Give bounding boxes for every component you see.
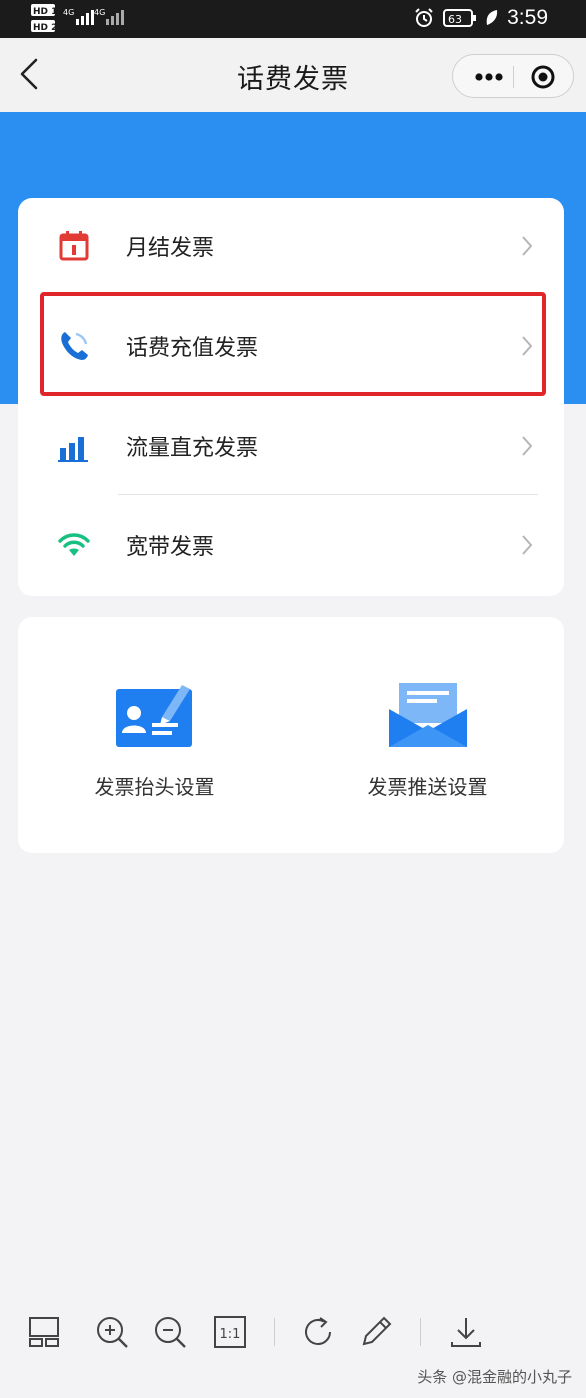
calendar-icon	[59, 231, 89, 261]
menu-item-label: 流量直充发票	[126, 436, 259, 461]
menu-item-data-invoice[interactable]: 流量直充发票	[18, 398, 564, 494]
envelope-icon	[389, 683, 467, 747]
capsule-divider	[513, 66, 514, 88]
layout-icon[interactable]	[26, 1314, 62, 1350]
chevron-right-icon	[522, 236, 533, 256]
highlight-box	[40, 292, 546, 396]
edit-icon[interactable]	[358, 1314, 394, 1350]
chevron-right-icon	[522, 535, 533, 555]
wifi-icon	[58, 533, 90, 556]
watermark: 头条 @混金融的小丸子	[417, 1368, 572, 1386]
invoice-menu-card: 月结发票 话费充值发票 流量直充发票 宽带发票	[18, 198, 564, 596]
menu-item-monthly-invoice[interactable]: 月结发票	[18, 198, 564, 294]
zoom-out-icon[interactable]	[152, 1314, 188, 1350]
miniprogram-target-icon[interactable]	[517, 55, 573, 99]
zoom-in-icon[interactable]	[94, 1314, 130, 1350]
svg-text:4G: 4G	[94, 8, 105, 17]
svg-text:HD 2: HD 2	[33, 23, 57, 33]
toolbar-divider	[420, 1318, 421, 1346]
invoice-push-settings-button[interactable]: 发票推送设置	[291, 617, 564, 853]
toolbar-divider	[274, 1318, 275, 1346]
image-viewer-toolbar: 1:1	[0, 1296, 586, 1368]
svg-text:HD 1: HD 1	[33, 7, 57, 17]
svg-text:1:1: 1:1	[220, 1327, 241, 1342]
setting-label: 发票抬头设置	[94, 775, 215, 799]
clock: 3:59	[507, 6, 548, 29]
battery-icon: 63	[443, 9, 477, 27]
chevron-right-icon	[522, 436, 533, 456]
more-dots-icon[interactable]	[465, 55, 513, 99]
menu-item-label: 宽带发票	[126, 535, 215, 560]
miniprogram-capsule	[452, 54, 574, 98]
menu-item-label: 月结发票	[126, 236, 215, 261]
invoice-settings-card: 发票抬头设置 发票推送设置	[18, 617, 564, 853]
svg-text:4G: 4G	[63, 8, 74, 17]
sim-icon: HD 1 HD 2 4G 4G	[31, 4, 124, 33]
svg-text:63: 63	[448, 13, 462, 26]
alarm-icon	[415, 8, 433, 27]
invoice-title-settings-button[interactable]: 发票抬头设置	[18, 617, 291, 853]
id-card-icon	[116, 685, 192, 747]
charging-leaf-icon	[486, 10, 498, 25]
setting-label: 发票推送设置	[367, 775, 488, 799]
status-bar: HD 1 HD 2 4G 4G 63 3:59	[0, 0, 586, 38]
nav-bar: 话费发票	[0, 38, 586, 112]
bar-chart-icon	[58, 437, 88, 462]
menu-divider	[118, 494, 538, 495]
download-icon[interactable]	[448, 1314, 484, 1350]
menu-item-broadband-invoice[interactable]: 宽带发票	[18, 497, 564, 593]
actual-size-icon[interactable]: 1:1	[212, 1314, 248, 1350]
rotate-icon[interactable]	[300, 1314, 336, 1350]
